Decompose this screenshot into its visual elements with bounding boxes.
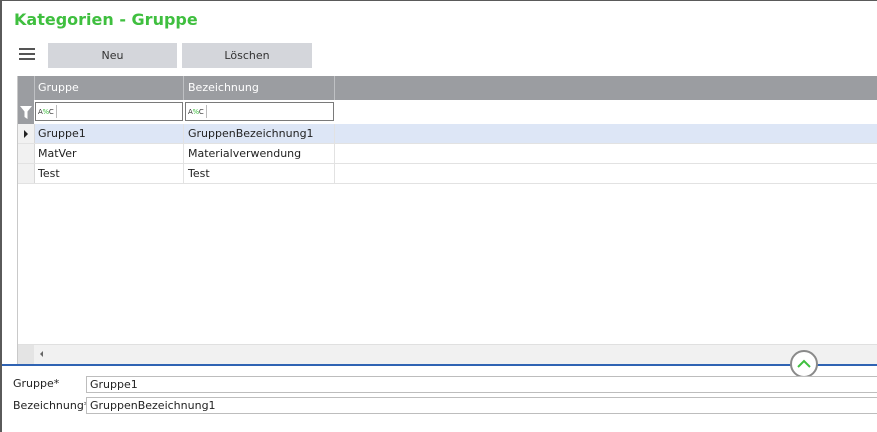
column-header-gruppe[interactable]: Gruppe <box>34 76 184 100</box>
panel-splitter[interactable] <box>2 364 877 366</box>
header-corner <box>18 76 35 100</box>
column-header-bezeichnung[interactable]: Bezeichnung <box>184 76 335 100</box>
bezeichnung-label: Bezeichnung* <box>13 399 90 412</box>
window-frame-top <box>0 0 877 1</box>
window-frame-left <box>0 0 2 432</box>
cell-gruppe[interactable]: Test <box>34 164 184 183</box>
cell-bezeichnung[interactable]: Materialverwendung <box>184 144 335 163</box>
filter-row: A%C A%C <box>18 100 877 125</box>
delete-button[interactable]: Löschen <box>182 43 312 68</box>
cell-gruppe[interactable]: MatVer <box>34 144 184 163</box>
hamburger-menu-icon[interactable] <box>19 47 35 61</box>
table-row[interactable]: Gruppe1 GruppenBezeichnung1 <box>18 124 877 144</box>
table-row[interactable]: Test Test <box>18 164 877 184</box>
gruppe-label: Gruppe* <box>13 377 60 390</box>
table-row[interactable]: MatVer Materialverwendung <box>18 144 877 164</box>
horizontal-scrollbar[interactable] <box>18 344 877 364</box>
row-selector[interactable] <box>18 144 35 163</box>
row-selector[interactable] <box>18 124 35 143</box>
cell-gruppe[interactable]: Gruppe1 <box>34 124 184 143</box>
page-title: Kategorien - Gruppe <box>14 10 198 29</box>
filter-cell-gruppe[interactable]: A%C <box>35 102 183 121</box>
new-button[interactable]: Neu <box>48 43 177 68</box>
data-grid: Gruppe Bezeichnung A%C A%C Gruppe1 Grupp… <box>17 76 877 364</box>
row-selector[interactable] <box>18 164 35 183</box>
collapse-panel-button[interactable] <box>790 350 818 378</box>
scroll-left-icon[interactable] <box>40 351 43 357</box>
gruppe-field[interactable] <box>86 376 877 393</box>
grid-header: Gruppe Bezeichnung <box>18 76 877 100</box>
current-row-arrow-icon <box>24 130 28 138</box>
filter-funnel-icon[interactable] <box>18 100 34 124</box>
filter-operator-icon[interactable]: A%C <box>188 108 204 116</box>
cell-bezeichnung[interactable]: Test <box>184 164 335 183</box>
scrollbar-corner <box>18 345 34 364</box>
bezeichnung-field[interactable] <box>86 397 877 414</box>
filter-operator-icon[interactable]: A%C <box>38 108 54 116</box>
filter-cell-bezeichnung[interactable]: A%C <box>185 102 334 121</box>
cell-bezeichnung[interactable]: GruppenBezeichnung1 <box>184 124 335 143</box>
chevron-up-icon <box>797 359 811 368</box>
